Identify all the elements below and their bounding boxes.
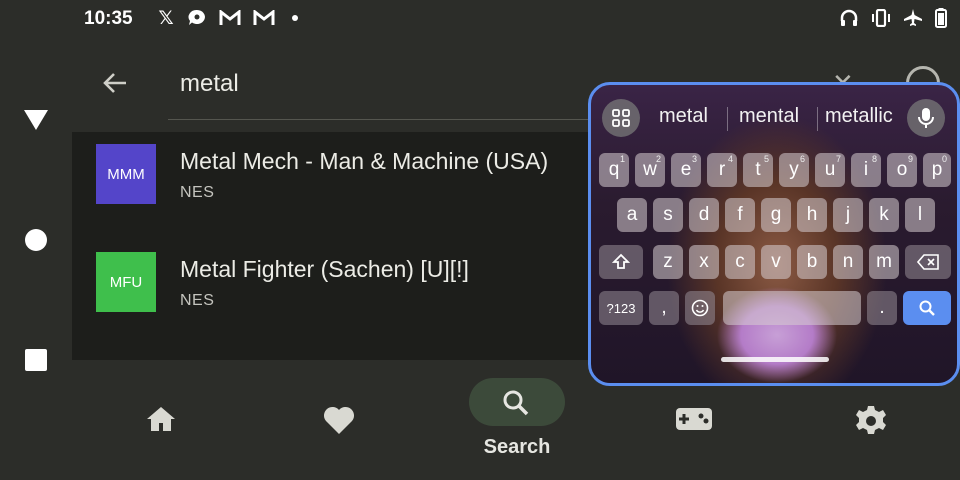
key-m[interactable]: m bbox=[869, 245, 899, 279]
key-a[interactable]: a bbox=[617, 198, 647, 232]
key-w[interactable]: w2 bbox=[635, 153, 665, 187]
key-k[interactable]: k bbox=[869, 198, 899, 232]
key-r[interactable]: r4 bbox=[707, 153, 737, 187]
key-v[interactable]: v bbox=[761, 245, 791, 279]
backspace-icon bbox=[917, 254, 939, 270]
apps-grid-icon[interactable] bbox=[602, 99, 640, 137]
key-i[interactable]: i8 bbox=[851, 153, 881, 187]
key-c[interactable]: c bbox=[725, 245, 755, 279]
nav-home[interactable] bbox=[81, 360, 241, 480]
game-platform: NES bbox=[180, 184, 215, 201]
key-z[interactable]: z bbox=[653, 245, 683, 279]
nav-favorites[interactable] bbox=[259, 360, 419, 480]
search-underline bbox=[168, 119, 588, 120]
heart-icon bbox=[323, 406, 355, 434]
shift-icon bbox=[612, 253, 630, 269]
recents-square-icon[interactable] bbox=[25, 349, 47, 371]
key-y[interactable]: y6 bbox=[779, 153, 809, 187]
comma-key[interactable]: , bbox=[649, 291, 679, 325]
x-logo-icon: 𝕏 bbox=[158, 7, 174, 29]
suggestion-3[interactable]: metallic bbox=[825, 105, 893, 128]
key-x[interactable]: x bbox=[689, 245, 719, 279]
key-t[interactable]: t5 bbox=[743, 153, 773, 187]
emoji-key[interactable] bbox=[685, 291, 715, 325]
search-icon bbox=[503, 390, 529, 416]
game-platform: NES bbox=[180, 292, 215, 309]
game-title: Metal Mech - Man & Machine (USA) bbox=[180, 148, 549, 174]
suggestion-2[interactable]: mental bbox=[739, 105, 799, 128]
shift-key[interactable] bbox=[599, 245, 643, 279]
emoji-icon bbox=[691, 299, 709, 317]
game-title: Metal Fighter (Sachen) [U][!] bbox=[180, 256, 469, 282]
key-j[interactable]: j bbox=[833, 198, 863, 232]
key-b[interactable]: b bbox=[797, 245, 827, 279]
system-navigation-bar bbox=[0, 0, 72, 480]
key-l[interactable]: l bbox=[905, 198, 935, 232]
search-input[interactable]: metal bbox=[180, 70, 239, 98]
battery-icon bbox=[934, 8, 948, 28]
gmail-icon bbox=[218, 9, 242, 27]
back-triangle-icon[interactable] bbox=[24, 110, 48, 130]
key-o[interactable]: o9 bbox=[887, 153, 917, 187]
key-s[interactable]: s bbox=[653, 198, 683, 232]
back-arrow-icon[interactable] bbox=[100, 68, 130, 98]
game-thumbnail: MFU bbox=[96, 252, 156, 312]
key-n[interactable]: n bbox=[833, 245, 863, 279]
key-g[interactable]: g bbox=[761, 198, 791, 232]
period-key[interactable]: . bbox=[867, 291, 897, 325]
vibrate-icon bbox=[870, 9, 892, 27]
airplane-icon bbox=[902, 9, 924, 27]
status-bar: 10:35 𝕏 bbox=[72, 0, 960, 36]
suggestion-strip: metal mental metallic bbox=[591, 85, 957, 137]
floating-keyboard: metal mental metallic q1 w2 e3 r4 t5 y6 … bbox=[588, 82, 960, 386]
suggestion-divider bbox=[727, 107, 728, 131]
symbols-key[interactable]: ?123 bbox=[599, 291, 643, 325]
key-e[interactable]: e3 bbox=[671, 153, 701, 187]
microphone-icon[interactable] bbox=[907, 99, 945, 137]
space-key[interactable] bbox=[723, 291, 861, 325]
search-icon bbox=[919, 300, 935, 316]
key-f[interactable]: f bbox=[725, 198, 755, 232]
game-thumbnail: MMM bbox=[96, 144, 156, 204]
home-icon bbox=[147, 407, 175, 431]
headphones-icon bbox=[838, 9, 860, 27]
key-q[interactable]: q1 bbox=[599, 153, 629, 187]
key-p[interactable]: p0 bbox=[923, 153, 951, 187]
gamepad-icon bbox=[676, 408, 712, 430]
chat-icon bbox=[186, 9, 208, 27]
settings-icon bbox=[856, 406, 886, 434]
clock: 10:35 bbox=[84, 8, 133, 29]
backspace-key[interactable] bbox=[905, 245, 951, 279]
keyboard-drag-handle[interactable] bbox=[721, 357, 829, 362]
suggestion-divider bbox=[817, 107, 818, 131]
key-h[interactable]: h bbox=[797, 198, 827, 232]
home-circle-icon[interactable] bbox=[25, 229, 47, 251]
gmail-icon bbox=[252, 9, 276, 27]
nav-search-label: Search bbox=[483, 436, 551, 458]
key-d[interactable]: d bbox=[689, 198, 719, 232]
search-enter-key[interactable] bbox=[903, 291, 951, 325]
suggestion-1[interactable]: metal bbox=[659, 105, 708, 128]
key-u[interactable]: u7 bbox=[815, 153, 845, 187]
more-dot-icon bbox=[290, 9, 300, 27]
nav-search[interactable] bbox=[469, 378, 565, 426]
